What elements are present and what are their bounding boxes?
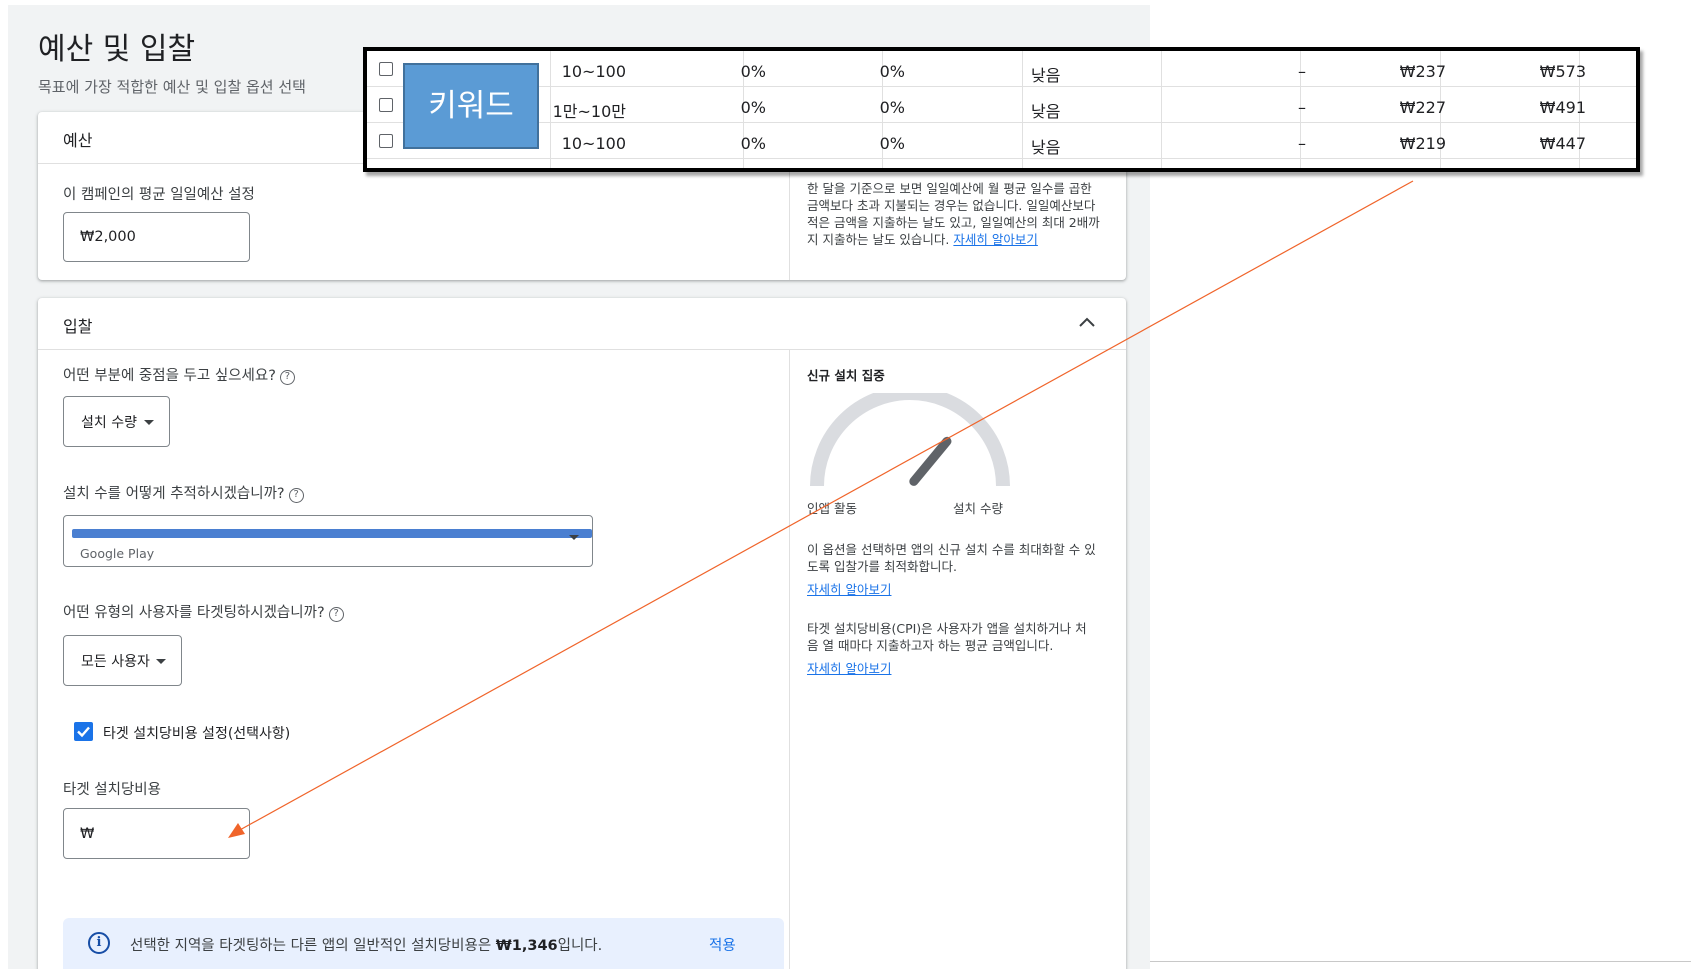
row-checkbox[interactable] [379, 62, 393, 76]
yoy-change: 0% [879, 62, 905, 81]
conversion-tracking-dropdown[interactable]: Google Play [63, 515, 593, 567]
impression-share: – [1298, 98, 1306, 117]
bidding-learn-more-link-1[interactable]: 자세히 알아보기 [807, 581, 891, 598]
bidding-learn-more-link-2[interactable]: 자세히 알아보기 [807, 660, 891, 677]
daily-budget-value: ₩2,000 [80, 229, 136, 245]
bidding-help-text-1: 이 옵션을 선택하면 앱의 신규 설치 수를 최대화할 수 있도록 입찰가를 최… [807, 541, 1097, 598]
competition: 낮음 [1031, 66, 1061, 85]
budget-divider [789, 164, 790, 280]
focus-dropdown[interactable]: 설치 수량 [63, 396, 170, 447]
redacted-conversion-name [72, 529, 592, 538]
yoy-change: 0% [879, 98, 905, 117]
bid-high: ₩447 [1539, 134, 1586, 153]
divider [1150, 961, 1691, 962]
bidding-divider [789, 350, 790, 969]
competition: 낮음 [1031, 138, 1061, 157]
row-checkbox[interactable] [379, 98, 393, 112]
cpi-suggestion-text: 선택한 지역을 타겟팅하는 다른 앱의 일반적인 설치당비용은 ₩1,346입니… [130, 934, 602, 955]
user-type-value: 모든 사용자 [81, 653, 150, 670]
monthly-searches: 10~100 [561, 62, 626, 81]
chevron-up-icon[interactable] [1078, 316, 1096, 328]
monthly-searches: 1만~10만 [552, 102, 626, 121]
bid-low: ₩219 [1399, 134, 1446, 153]
page-title: 예산 및 입찰 [38, 32, 196, 67]
daily-budget-label: 이 캠페인의 평균 일일예산 설정 [63, 187, 255, 203]
target-cpi-currency: ₩ [80, 825, 95, 842]
target-cpi-checkbox[interactable] [74, 722, 93, 741]
bidding-help-body-1: 이 옵션을 선택하면 앱의 신규 설치 수를 최대화할 수 있도록 입찰가를 최… [807, 542, 1096, 574]
keyword-table-overlay: 10~100 0% 0% 낮음 – ₩237 ₩573 1만~10만 0% 0%… [363, 47, 1640, 172]
user-type-dropdown[interactable]: 모든 사용자 [63, 635, 182, 686]
impression-share: – [1298, 62, 1306, 81]
focus-dropdown-value: 설치 수량 [81, 414, 137, 431]
gauge-track [810, 393, 1010, 487]
help-icon[interactable]: ? [288, 488, 304, 503]
user-question: 어떤 유형의 사용자를 타겟팅하시겠습니까?? [63, 601, 344, 622]
competition: 낮음 [1031, 102, 1061, 121]
user-question-text: 어떤 유형의 사용자를 타겟팅하시겠습니까? [63, 605, 325, 621]
daily-budget-input[interactable]: ₩2,000 [63, 212, 250, 262]
table-row: 10~100 0% 0% 낮음 – ₩219 ₩447 [367, 123, 1636, 159]
bidding-help-text-2: 타겟 설치당비용(CPI)은 사용자가 앱을 설치하거나 처음 열 때마다 지출… [807, 620, 1097, 677]
bidding-card-title: 입찰 [63, 317, 93, 336]
info-icon: i [88, 932, 110, 954]
cpi-suggestion-post: 입니다. [557, 938, 603, 954]
target-cpi-label: 타겟 설치당비용 [63, 782, 161, 798]
help-icon[interactable]: ? [279, 370, 295, 385]
keyword-annotation-box: 키워드 [403, 63, 539, 149]
help-icon[interactable]: ? [328, 607, 344, 622]
cpi-suggestion-amount: ₩1,346 [495, 938, 558, 954]
row-checkbox[interactable] [379, 134, 393, 148]
bidding-card: 입찰 어떤 부분에 중점을 두고 싶으세요?? 설치 수량 설치 수를 어떻게 … [38, 298, 1126, 969]
bid-low: ₩237 [1399, 62, 1446, 81]
gauge-right-label: 설치 수량 [953, 501, 1003, 516]
cpi-suggestion-banner: i 선택한 지역을 타겟팅하는 다른 앱의 일반적인 설치당비용은 ₩1,346… [63, 918, 784, 969]
track-question-text: 설치 수를 어떻게 추적하시겠습니까? [63, 486, 285, 502]
bidding-card-header[interactable]: 입찰 [38, 298, 1126, 350]
cpi-suggestion-pre: 선택한 지역을 타겟팅하는 다른 앱의 일반적인 설치당비용은 [130, 938, 496, 954]
page-subtitle: 목표에 가장 적합한 예산 및 입찰 옵션 선택 [38, 78, 306, 96]
gauge-chart [810, 393, 1010, 487]
track-question: 설치 수를 어떻게 추적하시겠습니까?? [63, 482, 304, 503]
focus-question-text: 어떤 부분에 중점을 두고 싶으세요? [63, 368, 276, 384]
check-icon [77, 726, 90, 738]
gauge-left-label: 인앱 활동 [807, 501, 857, 516]
apply-button[interactable]: 적용 [709, 934, 736, 955]
bid-low: ₩227 [1399, 98, 1446, 117]
target-cpi-input[interactable]: ₩ [63, 808, 250, 859]
focus-question: 어떤 부분에 중점을 두고 싶으세요?? [63, 364, 295, 385]
budget-card-title: 예산 [63, 131, 93, 150]
tracking-source-label: Google Play [80, 546, 155, 561]
bidding-help-body-2: 타겟 설치당비용(CPI)은 사용자가 앱을 설치하거나 처음 열 때마다 지출… [807, 621, 1087, 653]
three-month-change: 0% [740, 62, 766, 81]
impression-share: – [1298, 134, 1306, 153]
budget-learn-more-link[interactable]: 자세히 알아보기 [953, 232, 1037, 247]
target-cpi-checkbox-label: 타겟 설치당비용 설정(선택사항) [103, 726, 291, 742]
dropdown-caret-icon [156, 658, 166, 664]
three-month-change: 0% [740, 134, 766, 153]
dropdown-caret-icon [569, 535, 579, 540]
bid-high: ₩491 [1539, 98, 1586, 117]
yoy-change: 0% [879, 134, 905, 153]
gauge-needle [909, 436, 952, 486]
dropdown-caret-icon [144, 419, 154, 425]
monthly-searches: 10~100 [561, 134, 626, 153]
bid-high: ₩573 [1539, 62, 1586, 81]
budget-help-text: 한 달을 기준으로 보면 일일예산에 월 평균 일수를 곱한 금액보다 초과 지… [807, 180, 1107, 248]
three-month-change: 0% [740, 98, 766, 117]
table-row: 10~100 0% 0% 낮음 – ₩237 ₩573 [367, 51, 1636, 87]
table-row: 1만~10만 0% 0% 낮음 – ₩227 ₩491 [367, 87, 1636, 123]
gauge-title: 신규 설치 집중 [807, 368, 885, 383]
